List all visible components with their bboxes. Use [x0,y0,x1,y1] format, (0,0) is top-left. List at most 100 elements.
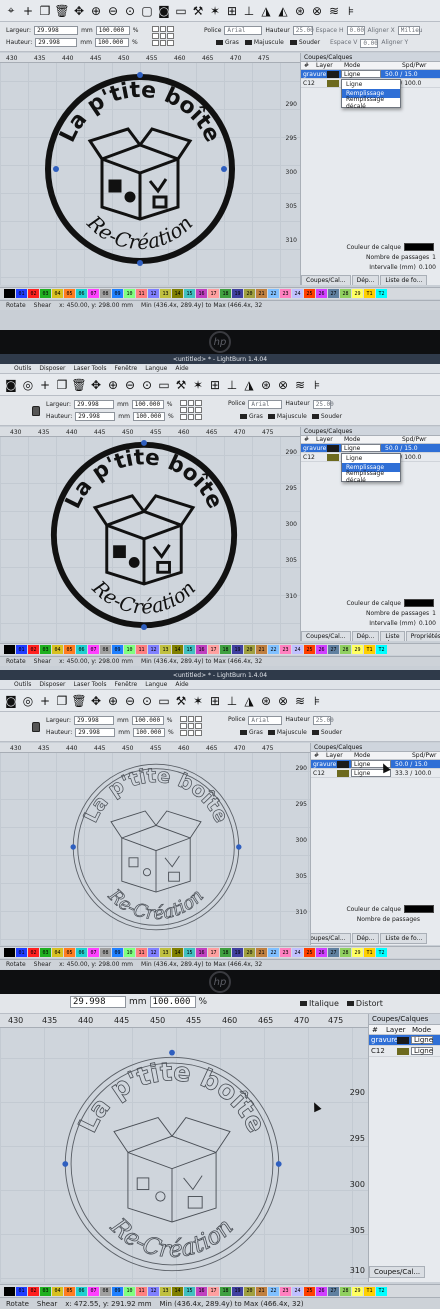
zoom-out-icon[interactable]: ⊖ [123,378,137,392]
palette-color-08[interactable]: 08 [100,645,111,654]
palette-color-06[interactable]: 06 [76,645,87,654]
weld-toggle[interactable]: Souder [311,729,342,736]
tab-move[interactable]: Dép... [351,275,380,285]
palette-color-01[interactable]: 01 [16,948,27,957]
weld-toggle[interactable]: Souder [289,39,320,46]
align-x-select[interactable]: Milieu [397,26,422,35]
tab-cuts[interactable]: Coupes/Cal... [369,1266,426,1278]
palette-color-29[interactable]: 29 [352,645,363,654]
palette-color-12[interactable]: 12 [148,645,159,654]
palette-color-04[interactable]: 04 [52,289,63,298]
tab-properties[interactable]: Propriétés [405,631,440,641]
palette-color-25[interactable]: 25 [304,289,315,298]
palette-color-23[interactable]: 23 [280,289,291,298]
palette-color-10[interactable]: 10 [124,289,135,298]
palette-color-03[interactable]: 03 [40,948,51,957]
palette-color-02[interactable]: 02 [28,289,39,298]
palette-color-17[interactable]: 17 [208,645,219,654]
lock-ratio-icon[interactable] [32,722,40,732]
palette-color-20[interactable]: 20 [244,645,255,654]
uppercase-toggle[interactable]: Majuscule [244,39,284,46]
move-icon[interactable]: ✥ [89,378,103,392]
palette-color-10[interactable]: 10 [124,645,135,654]
text-height-input[interactable]: 25.00 [312,400,334,409]
palette-color-28[interactable]: 28 [340,948,351,957]
palette-color-27[interactable]: 27 [328,645,339,654]
palette-color-13[interactable]: 13 [160,1286,171,1296]
palette-color-08[interactable]: 08 [100,289,111,298]
espace-v-input[interactable]: 0.00 [360,39,379,48]
palette-color-28[interactable]: 28 [340,645,351,654]
distribute-icon[interactable]: ≋ [293,694,307,708]
palette-color-17[interactable]: 17 [208,1286,219,1296]
palette-color-02[interactable]: 02 [28,1286,39,1296]
palette-color-10[interactable]: 10 [124,1286,135,1296]
palette-color-13[interactable]: 13 [160,948,171,957]
width-input[interactable]: 29.998 [74,400,115,409]
palette-color-21[interactable]: 21 [256,645,267,654]
mode-option-offset-fill[interactable]: Remplissage décalé [342,96,400,110]
palette-color-T2[interactable]: T2 [376,1286,387,1296]
palette-color-11[interactable]: 11 [136,948,147,957]
delete-icon[interactable]: 🗑 [71,694,86,708]
menu-aide[interactable]: Aide [175,365,188,372]
frame-icon[interactable]: ◎ [21,378,35,392]
width-input[interactable]: 29.998 [74,716,115,725]
mode-dropdown[interactable]: Ligne Remplissage Remplissage décalé [341,79,401,110]
distort-toggle[interactable]: Distort [346,999,383,1008]
move-icon[interactable]: ✥ [89,694,103,708]
palette-color-07[interactable]: 07 [88,1286,99,1296]
palette-color-16[interactable]: 16 [196,1286,207,1296]
palette-color-09[interactable]: 09 [112,645,123,654]
italic-toggle[interactable]: Italique [300,999,339,1008]
palette-color-16[interactable]: 16 [196,289,207,298]
palette-color-29[interactable]: 29 [352,1286,363,1296]
palette-color-13[interactable]: 13 [160,289,171,298]
palette-color-09[interactable]: 09 [112,948,123,957]
zoom-out-icon[interactable]: ⊖ [106,4,120,18]
tab-cuts[interactable]: Coupes/Cal... [301,275,351,285]
palette-color-22[interactable]: 22 [268,645,279,654]
palette-color-12[interactable]: 12 [148,1286,159,1296]
palette-color-09[interactable]: 09 [112,1286,123,1296]
mode-dropdown[interactable]: Ligne Remplissage Remplissage décalé [341,453,401,484]
wrench-icon[interactable]: ⚒ [174,694,188,708]
palette-color-20[interactable]: 20 [244,289,255,298]
design-canvas[interactable]: 430 435 440 445 450 455 460 465 470 475 290 29… [0,427,300,641]
pointer-icon[interactable]: ⌖ [4,3,18,18]
add-icon[interactable]: + [21,4,35,18]
monitor-icon[interactable]: ▭ [157,378,171,392]
palette-color-28[interactable]: 28 [340,1286,351,1296]
bold-toggle[interactable]: Gras [240,729,263,736]
flip-icon[interactable]: ◮ [242,694,256,708]
node-icon[interactable]: ⊗ [276,694,290,708]
palette-color-24[interactable]: 24 [292,948,303,957]
palette-color-19[interactable]: 19 [232,1286,243,1296]
palette-color-13[interactable]: 13 [160,645,171,654]
design-canvas[interactable]: 430 435 440 445 450 455 460 465 470 475 290 29… [0,743,310,945]
palette-color-27[interactable]: 27 [328,289,339,298]
mode-option-offset-fill[interactable]: Remplissage décalé [342,470,400,484]
array-icon[interactable]: ⊛ [259,378,273,392]
palette-color-03[interactable]: 03 [40,289,51,298]
palette-color-07[interactable]: 07 [88,289,99,298]
copy-icon[interactable]: ❐ [38,4,52,18]
layer-row[interactable]: gravure Ligne 50.0 / 15.0 [311,760,440,769]
palette-color-21[interactable]: 21 [256,289,267,298]
palette-color-08[interactable]: 08 [100,1286,111,1296]
palette-color-25[interactable]: 25 [304,948,315,957]
measure-icon[interactable]: ⊧ [344,4,358,18]
palette-color-11[interactable]: 11 [136,1286,147,1296]
rotate-tool[interactable]: Rotate [6,961,26,968]
palette-color-14[interactable]: 14 [172,1286,183,1296]
bold-toggle[interactable]: Gras [216,39,239,46]
palette-color-05[interactable]: 05 [64,948,75,957]
zoom-fit-icon[interactable]: ⊙ [140,694,154,708]
menu-langue[interactable]: Langue [145,365,167,372]
palette-color-26[interactable]: 26 [316,1286,327,1296]
delete-icon[interactable]: 🗑 [54,4,69,18]
espace-h-input[interactable]: 0.00 [346,26,365,35]
align-icon[interactable]: ⊥ [225,378,239,392]
palette-color-23[interactable]: 23 [280,1286,291,1296]
mirror-icon[interactable]: ◭ [276,4,290,18]
